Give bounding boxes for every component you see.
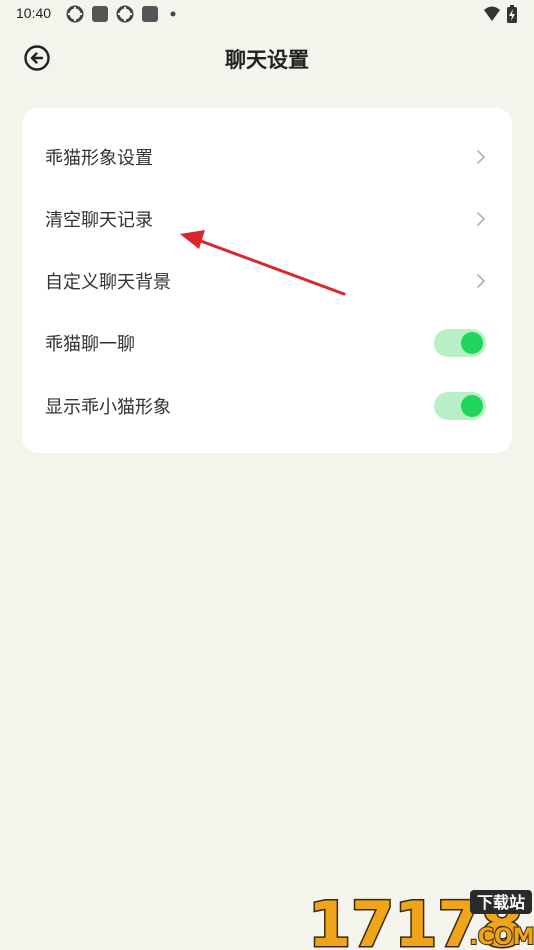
cat-chat-toggle[interactable] [434,329,486,357]
site-watermark-logo: 17178 下载站 .COM [307,887,534,950]
toggle-knob [461,332,483,354]
settings-item-label: 乖猫聊一聊 [45,334,135,355]
app-notification-icon [66,5,84,23]
chevron-right-icon [477,274,485,288]
battery-charging-icon [507,5,517,23]
settings-item-label: 乖猫形象设置 [45,148,153,169]
app-notification-icon [116,5,134,23]
settings-item-label: 自定义聊天背景 [45,272,171,293]
settings-item-chat-background[interactable]: 自定义聊天背景 [22,250,512,312]
page-title: 聊天设置 [225,48,309,72]
status-time: 10:40 [16,5,52,21]
wifi-icon [484,6,500,21]
settings-item-cat-chat: 乖猫聊一聊 [22,312,512,374]
settings-item-show-cat: 显示乖小猫形象 [22,375,512,437]
settings-item-cat-avatar[interactable]: 乖猫形象设置 [22,126,512,188]
app-notification-icon [92,6,108,22]
app-notification-icon [142,6,158,22]
settings-item-label: 清空聊天记录 [45,210,153,231]
status-bar: 10:40 [0,0,534,28]
settings-card: 乖猫形象设置 清空聊天记录 自定义聊天背景 乖猫聊一聊 显示乖小猫形象 [22,108,512,453]
toggle-knob [461,395,483,417]
show-cat-toggle[interactable] [434,392,486,420]
title-bar: 聊天设置 [0,28,534,88]
settings-item-label: 显示乖小猫形象 [45,397,171,418]
chevron-right-icon [477,150,485,164]
svg-text:下载站: 下载站 [477,893,525,912]
dot-icon [170,11,176,17]
settings-item-clear-chat[interactable]: 清空聊天记录 [22,188,512,250]
svg-text:.COM: .COM [469,925,534,950]
chevron-right-icon [477,212,485,226]
